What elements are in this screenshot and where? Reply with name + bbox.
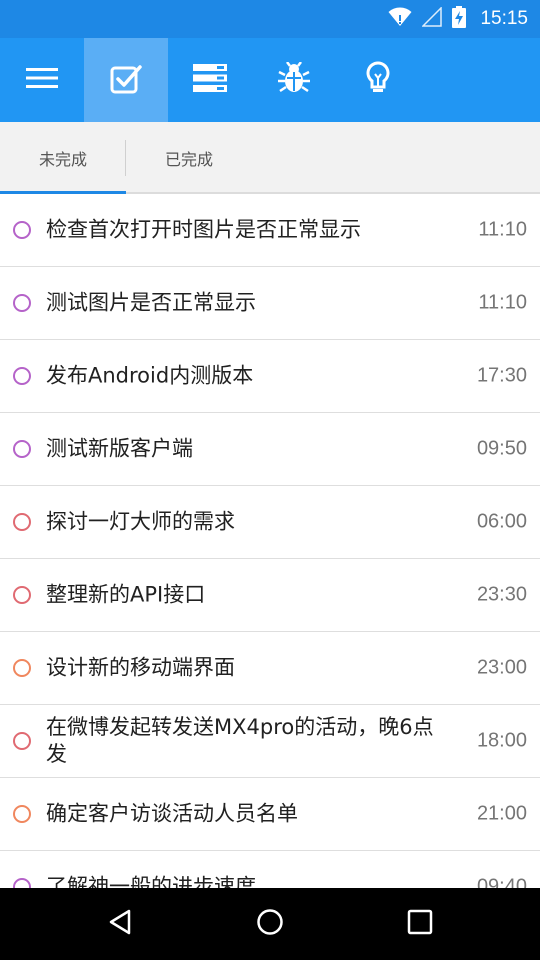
task-time: 09:40: [476, 875, 527, 889]
task-time: 11:10: [478, 218, 527, 241]
status-dot: [13, 221, 31, 239]
task-list[interactable]: 检查首次打开时图片是否正常显示 11:10 测试图片是否正常显示 11:10 发…: [0, 194, 540, 888]
toolbar: [0, 38, 540, 122]
task-time: 06:00: [476, 510, 527, 533]
status-bar: 15:15: [0, 0, 540, 38]
checkbox-icon: [110, 62, 142, 98]
task-title: 在微博发起转发送MX4pro的活动，晚6点发: [46, 715, 434, 766]
idea-button[interactable]: [336, 38, 420, 122]
list-item[interactable]: 了解神一般的进步速度 09:40: [0, 851, 540, 888]
status-dot: [13, 513, 31, 531]
battery-charging-icon: [452, 6, 467, 32]
list-item[interactable]: 设计新的移动端界面 23:00: [0, 632, 540, 705]
bug-icon: [278, 61, 310, 98]
tab-incomplete[interactable]: 未完成: [0, 122, 126, 194]
task-time: 09:50: [476, 437, 527, 460]
wifi-icon: [388, 7, 412, 31]
list-item[interactable]: 探讨一灯大师的需求 06:00: [0, 486, 540, 559]
status-dot: [13, 732, 31, 750]
home-circle-icon: [256, 908, 284, 940]
system-nav-bar: [0, 888, 540, 960]
status-dot: [13, 586, 31, 604]
back-triangle-icon: [107, 908, 133, 940]
status-dot: [13, 878, 31, 888]
list-item[interactable]: 检查首次打开时图片是否正常显示 11:10: [0, 194, 540, 267]
list-item[interactable]: 测试图片是否正常显示 11:10: [0, 267, 540, 340]
task-title: 探讨一灯大师的需求: [46, 509, 235, 534]
list-item[interactable]: 确定客户访谈活动人员名单 21:00: [0, 778, 540, 851]
list-item[interactable]: 测试新版客户端 09:50: [0, 413, 540, 486]
status-dot: [13, 440, 31, 458]
list-item[interactable]: 整理新的API接口 23:30: [0, 559, 540, 632]
lightbulb-icon: [365, 61, 391, 99]
bug-button[interactable]: [252, 38, 336, 122]
server-button[interactable]: [168, 38, 252, 122]
signal-icon: [421, 6, 443, 31]
task-time: 21:00: [476, 802, 527, 825]
tasks-tab-button[interactable]: [84, 38, 168, 122]
status-dot: [13, 805, 31, 823]
list-item[interactable]: 发布Android内测版本 17:30: [0, 340, 540, 413]
back-button[interactable]: [80, 888, 160, 960]
recents-button[interactable]: [380, 888, 460, 960]
tab-bar: 未完成 已完成: [0, 122, 540, 194]
task-title: 确定客户访谈活动人员名单: [46, 801, 298, 826]
task-time: 23:00: [476, 656, 527, 679]
tab-completed[interactable]: 已完成: [126, 122, 252, 194]
server-list-icon: [193, 64, 227, 96]
status-dot: [13, 367, 31, 385]
task-title: 了解神一般的进步速度: [46, 874, 256, 889]
menu-icon: [26, 66, 58, 94]
task-title: 设计新的移动端界面: [46, 655, 235, 680]
status-dot: [13, 294, 31, 312]
task-time: 17:30: [476, 364, 527, 387]
clock: 15:15: [480, 8, 528, 29]
task-time: 11:10: [478, 291, 527, 314]
task-title: 测试新版客户端: [46, 436, 193, 461]
task-time: 23:30: [476, 583, 527, 606]
task-title: 检查首次打开时图片是否正常显示: [46, 217, 361, 242]
recents-square-icon: [407, 909, 433, 939]
task-title: 测试图片是否正常显示: [46, 290, 256, 315]
list-item[interactable]: 在微博发起转发送MX4pro的活动，晚6点发 18:00: [0, 705, 540, 778]
status-dot: [13, 659, 31, 677]
home-button[interactable]: [230, 888, 310, 960]
task-time: 18:00: [476, 729, 527, 752]
menu-button[interactable]: [0, 38, 84, 122]
task-title: 发布Android内测版本: [46, 363, 254, 388]
task-title: 整理新的API接口: [46, 582, 206, 607]
